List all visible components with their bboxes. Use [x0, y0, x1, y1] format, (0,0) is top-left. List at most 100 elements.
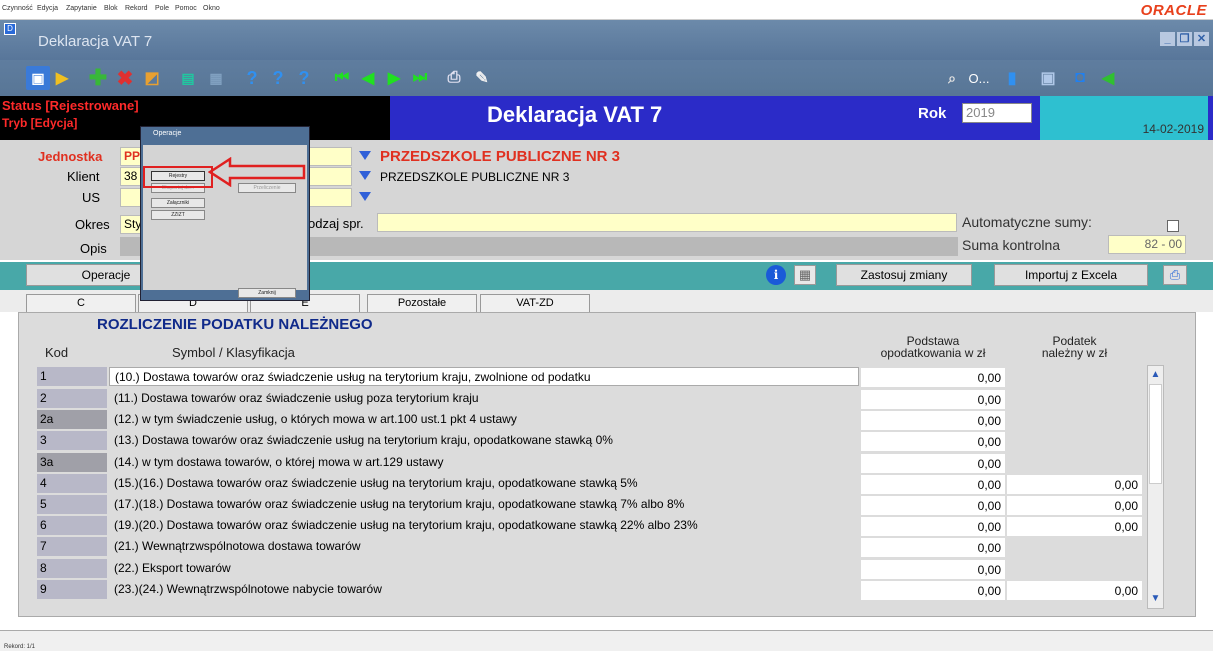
print-icon[interactable]: ⎙: [1163, 265, 1187, 285]
tab-vat-zd[interactable]: VAT-ZD: [480, 294, 590, 312]
podstawa-field[interactable]: 0,00: [861, 538, 1005, 557]
zalaczniki-button[interactable]: Załączniki: [151, 198, 205, 208]
list-icon[interactable]: ▤: [176, 66, 200, 90]
podatek-field[interactable]: 0,00: [1007, 496, 1142, 515]
chevron-down-icon[interactable]: [359, 192, 371, 201]
podstawa-field[interactable]: 0,00: [861, 454, 1005, 473]
podstawa-field[interactable]: 0,00: [861, 581, 1005, 600]
desc-cell[interactable]: (13.) Dostawa towarów oraz świadczenie u…: [109, 431, 859, 450]
query-count-icon[interactable]: ?: [292, 66, 316, 90]
minimize-icon[interactable]: _: [1160, 32, 1175, 46]
menu-item-edycja[interactable]: Edycja: [37, 5, 58, 12]
desc-cell[interactable]: (21.) Wewnątrzwspólnotowa dostawa towaró…: [109, 537, 859, 556]
scroll-thumb[interactable]: [1149, 384, 1162, 484]
save-icon[interactable]: ▣: [26, 66, 50, 90]
col-podstawa: Podstawa opodatkowania w zł: [880, 334, 986, 360]
desc-cell[interactable]: (12.) w tym świadczenie usług, o których…: [109, 410, 859, 429]
podstawa-field[interactable]: 0,00: [861, 368, 1005, 387]
podstawa-field[interactable]: 0,00: [861, 475, 1005, 494]
podstawa-field[interactable]: 0,00: [861, 560, 1005, 579]
table-row: 2a (12.) w tym świadczenie usług, o któr…: [37, 410, 1143, 430]
desc-cell[interactable]: (22.) Eksport towarów: [109, 559, 859, 578]
clear-icon[interactable]: ◩: [140, 66, 164, 90]
highlight-box: [143, 166, 213, 188]
podstawa-field[interactable]: 0,00: [861, 496, 1005, 515]
calculator-icon[interactable]: ▦: [794, 265, 816, 285]
menu-item-pomoc[interactable]: Pomoc: [175, 5, 197, 12]
chevron-down-icon[interactable]: [359, 151, 371, 160]
block-icon[interactable]: ▦: [204, 66, 228, 90]
rodzaj-field[interactable]: [377, 213, 957, 232]
rok-field[interactable]: 2019: [962, 103, 1032, 123]
oracle-logo: ORACLE: [1140, 2, 1207, 19]
last-record-icon[interactable]: ⏭: [408, 66, 432, 90]
menu-item-okno[interactable]: Okno: [203, 5, 220, 12]
desc-cell[interactable]: (11.) Dostawa towarów oraz świadczenie u…: [109, 389, 859, 408]
info-icon[interactable]: ▮: [1000, 66, 1024, 90]
prev-record-icon[interactable]: ◀: [356, 66, 380, 90]
table-row: 8 (22.) Eksport towarów 0,00: [37, 559, 1143, 579]
kod-cell: 8: [37, 559, 107, 578]
first-record-icon[interactable]: ⏮: [330, 66, 354, 90]
close-icon[interactable]: ✕: [1194, 32, 1209, 46]
zamknij-button[interactable]: Zamknij: [238, 288, 296, 298]
table-row: 3 (13.) Dostawa towarów oraz świadczenie…: [37, 431, 1143, 451]
exit-icon[interactable]: ◀: [1096, 66, 1120, 90]
podstawa-field[interactable]: 0,00: [861, 432, 1005, 451]
scrollbar[interactable]: ▲ ▼: [1147, 365, 1164, 609]
podstawa-field[interactable]: 0,00: [861, 517, 1005, 536]
desc-cell[interactable]: (23.)(24.) Wewnątrzwspólnotowe nabycie t…: [109, 580, 859, 599]
desc-cell[interactable]: (17.)(18.) Dostawa towarów oraz świadcze…: [109, 495, 859, 514]
desc-cell[interactable]: (14.) w tym dostawa towarów, o której mo…: [109, 453, 859, 472]
insert-record-icon[interactable]: ✚: [86, 65, 110, 90]
open-icon[interactable]: ▶: [50, 66, 74, 90]
query-execute-icon[interactable]: ?: [266, 66, 290, 90]
table-row: 5 (17.)(18.) Dostawa towarów oraz świadc…: [37, 495, 1143, 515]
col-podatek: Podatek należny w zł: [1041, 334, 1108, 360]
podatek-field[interactable]: 0,00: [1007, 581, 1142, 600]
okres-label: Okres: [75, 217, 110, 232]
podstawa-field[interactable]: 0,00: [861, 390, 1005, 409]
print-icon[interactable]: ⎙: [442, 66, 466, 90]
tab-c[interactable]: C: [26, 294, 136, 312]
desc-cell[interactable]: (19.)(20.) Dostawa towarów oraz świadcze…: [109, 516, 859, 535]
more-button[interactable]: O...: [964, 66, 994, 90]
podatek-field: [1007, 454, 1142, 473]
importuj-button[interactable]: Importuj z Excela: [994, 264, 1148, 286]
menu-item-rekord[interactable]: Rekord: [125, 5, 148, 12]
date-panel: 14-02-2019: [1040, 96, 1208, 140]
chevron-down-icon[interactable]: [359, 171, 371, 180]
desc-cell[interactable]: (10.) Dostawa towarów oraz świadczenie u…: [109, 367, 859, 386]
jednostka-label: Jednostka: [38, 149, 103, 164]
zastosuj-button[interactable]: Zastosuj zmiany: [836, 264, 972, 286]
delete-record-icon[interactable]: ✖: [113, 66, 137, 90]
menu-item-pole[interactable]: Pole: [155, 5, 169, 12]
window-icon[interactable]: ▣: [1036, 66, 1060, 90]
edit-icon[interactable]: ✎: [470, 66, 494, 90]
menu-item-blok[interactable]: Blok: [104, 5, 118, 12]
close-form-icon[interactable]: ◘: [1068, 66, 1092, 90]
scroll-up-icon[interactable]: ▲: [1150, 370, 1161, 380]
info-icon[interactable]: i: [766, 265, 786, 285]
menu-item-czynnosc[interactable]: Czynność: [2, 5, 33, 12]
desc-cell[interactable]: (15.)(16.) Dostawa towarów oraz świadcze…: [109, 474, 859, 493]
suma-field[interactable]: 82 - 00: [1108, 235, 1186, 254]
podatek-field[interactable]: 0,00: [1007, 475, 1142, 494]
tab-pozostale[interactable]: Pozostałe: [367, 294, 477, 312]
zoom-icon[interactable]: ⌕: [940, 66, 964, 90]
restore-icon[interactable]: ❐: [1177, 32, 1192, 46]
section-title: ROZLICZENIE PODATKU NALEŻNEGO: [97, 316, 373, 333]
scroll-down-icon[interactable]: ▼: [1150, 594, 1161, 604]
podatek-field[interactable]: 0,00: [1007, 517, 1142, 536]
auto-sums-checkbox[interactable]: [1167, 220, 1179, 232]
jednostka-name: PRZEDSZKOLE PUBLICZNE NR 3: [380, 148, 621, 165]
window-titlebar: D Deklaracja VAT 7 _ ❐ ✕: [0, 20, 1213, 60]
query-icon[interactable]: ?: [240, 66, 264, 90]
date-text: 14-02-2019: [1142, 122, 1204, 136]
menu-item-zapytanie[interactable]: Zapytanie: [66, 5, 97, 12]
zzizt-button[interactable]: ZZIZT: [151, 210, 205, 220]
arrow-shape: [208, 157, 306, 187]
podstawa-field[interactable]: 0,00: [861, 411, 1005, 430]
rekord-text: Rekord: 1/1: [4, 644, 36, 650]
next-record-icon[interactable]: ▶: [382, 66, 406, 90]
